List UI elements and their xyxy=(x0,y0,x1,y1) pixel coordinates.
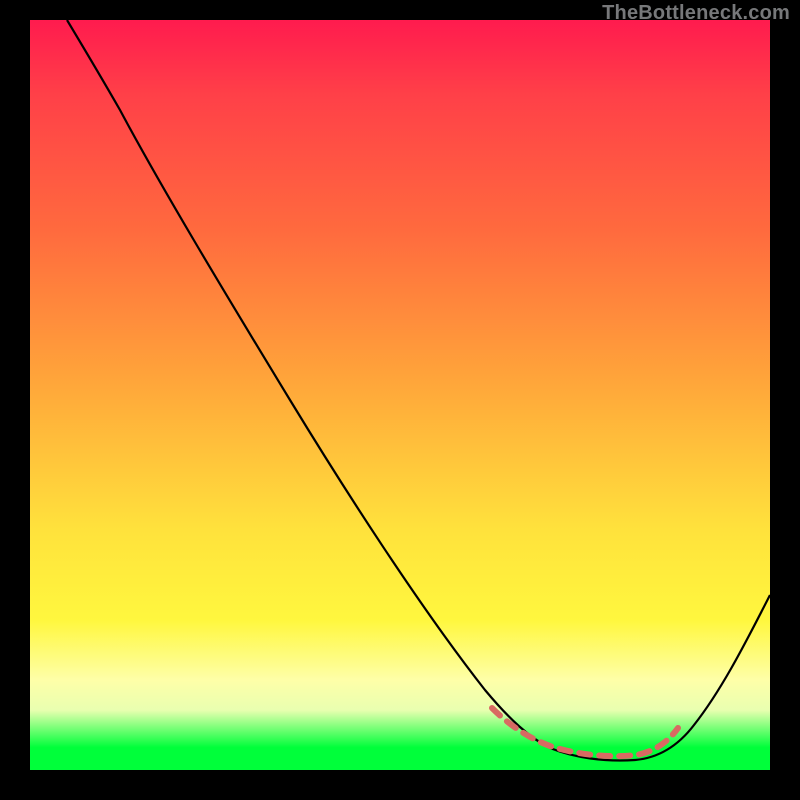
chart-svg xyxy=(30,20,770,770)
plot-area xyxy=(30,20,770,770)
bottleneck-curve xyxy=(67,20,770,761)
optimal-band xyxy=(492,708,678,756)
chart-frame: TheBottleneck.com xyxy=(0,0,800,800)
watermark-text: TheBottleneck.com xyxy=(602,2,790,25)
